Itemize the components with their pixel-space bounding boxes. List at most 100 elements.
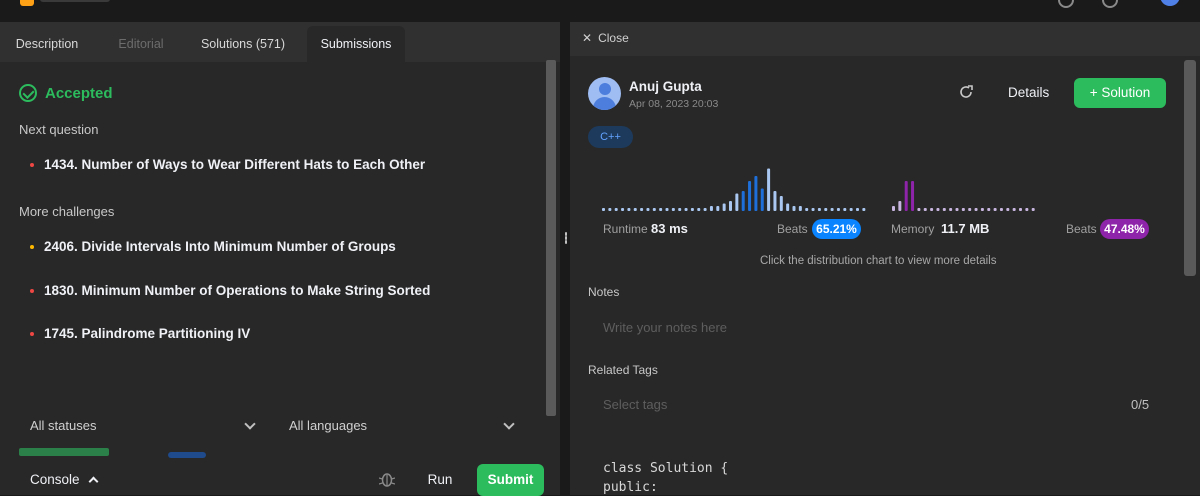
- memory-bar[interactable]: [1031, 208, 1035, 211]
- user-avatar[interactable]: [588, 77, 621, 110]
- chevron-down-icon[interactable]: [244, 418, 256, 430]
- memory-bar[interactable]: [923, 208, 927, 211]
- challenge-item[interactable]: 2406. Divide Intervals Into Minimum Numb…: [30, 239, 396, 254]
- runtime-bar[interactable]: [767, 168, 771, 212]
- runtime-bar[interactable]: [849, 208, 853, 211]
- runtime-bar[interactable]: [856, 208, 859, 211]
- runtime-bar[interactable]: [646, 208, 650, 211]
- runtime-bar[interactable]: [716, 206, 720, 211]
- chevron-down-icon[interactable]: [503, 418, 515, 430]
- runtime-bar[interactable]: [652, 208, 656, 211]
- logo-icon[interactable]: [20, 0, 34, 6]
- challenge-item[interactable]: 1830. Minimum Number of Operations to Ma…: [30, 283, 430, 298]
- memory-bar[interactable]: [1012, 208, 1016, 211]
- tags-select[interactable]: Select tags: [603, 397, 667, 412]
- distribution-chart[interactable]: [602, 166, 1162, 212]
- memory-bar[interactable]: [949, 208, 953, 211]
- console-toggle[interactable]: Console: [30, 472, 98, 487]
- scrollbar[interactable]: [1184, 60, 1196, 276]
- runtime-bar[interactable]: [836, 208, 840, 211]
- add-solution-button[interactable]: + Solution: [1074, 78, 1166, 108]
- memory-bar[interactable]: [1006, 208, 1010, 211]
- runtime-bar[interactable]: [748, 181, 752, 211]
- code-view[interactable]: class Solution {public:: [603, 459, 728, 495]
- runtime-bar[interactable]: [824, 208, 828, 211]
- runtime-bar[interactable]: [640, 208, 644, 211]
- runtime-bar[interactable]: [608, 208, 612, 211]
- runtime-bar[interactable]: [665, 208, 669, 211]
- share-icon[interactable]: [958, 84, 974, 100]
- runtime-bar[interactable]: [811, 208, 815, 211]
- runtime-bar[interactable]: [817, 208, 821, 211]
- details-button[interactable]: Details: [1008, 85, 1049, 100]
- submit-button[interactable]: Submit: [477, 464, 544, 496]
- runtime-bar[interactable]: [779, 196, 783, 211]
- runtime-bar[interactable]: [671, 208, 675, 211]
- runtime-bar[interactable]: [703, 208, 707, 211]
- memory-bar[interactable]: [898, 201, 902, 211]
- runtime-bar[interactable]: [843, 208, 847, 211]
- memory-bar[interactable]: [968, 208, 972, 211]
- next-question-item[interactable]: 1434. Number of Ways to Wear Different H…: [30, 157, 425, 172]
- memory-bar[interactable]: [904, 181, 908, 211]
- user-name[interactable]: Anuj Gupta: [629, 79, 702, 94]
- memory-bar[interactable]: [980, 208, 984, 211]
- memory-bar[interactable]: [974, 208, 978, 211]
- challenge-item[interactable]: 1745. Palindrome Partitioning IV: [30, 326, 250, 341]
- runtime-bar[interactable]: [633, 208, 637, 211]
- runtime-bar[interactable]: [862, 208, 866, 211]
- memory-bar[interactable]: [911, 181, 915, 211]
- runtime-bar[interactable]: [722, 203, 726, 212]
- memory-bar[interactable]: [942, 208, 946, 211]
- memory-bar[interactable]: [993, 208, 997, 211]
- status-filter[interactable]: All statuses: [30, 418, 96, 433]
- run-button[interactable]: Run: [414, 464, 466, 496]
- tab-description[interactable]: Description: [8, 26, 86, 62]
- memory-bar[interactable]: [917, 208, 921, 211]
- runtime-bar[interactable]: [798, 206, 802, 211]
- drag-handle-icon[interactable]: [565, 232, 567, 244]
- runtime-bar[interactable]: [678, 208, 682, 211]
- memory-bar[interactable]: [999, 208, 1003, 211]
- runtime-bar[interactable]: [697, 208, 701, 211]
- memory-bar[interactable]: [955, 208, 959, 211]
- runtime-bar[interactable]: [709, 206, 713, 211]
- memory-bar[interactable]: [892, 206, 895, 211]
- runtime-bar[interactable]: [792, 206, 796, 211]
- runtime-value: 83 ms: [651, 221, 688, 236]
- runtime-bar[interactable]: [754, 176, 758, 211]
- runtime-bar[interactable]: [773, 191, 777, 211]
- runtime-bar[interactable]: [735, 193, 739, 212]
- runtime-bar[interactable]: [760, 188, 764, 212]
- runtime-bar[interactable]: [602, 208, 605, 211]
- runtime-bar[interactable]: [614, 208, 618, 211]
- streak-icon[interactable]: [1058, 0, 1074, 8]
- memory-bar[interactable]: [936, 208, 940, 211]
- memory-bar[interactable]: [930, 208, 934, 211]
- tab-submissions[interactable]: Submissions: [307, 26, 405, 62]
- runtime-bar[interactable]: [830, 208, 834, 211]
- runtime-bar[interactable]: [690, 208, 694, 211]
- notes-input[interactable]: Write your notes here: [603, 320, 727, 335]
- runtime-bar[interactable]: [659, 208, 663, 211]
- runtime-bar[interactable]: [786, 203, 790, 212]
- panel-divider[interactable]: [560, 22, 570, 495]
- memory-bar[interactable]: [1025, 208, 1029, 211]
- runtime-bar[interactable]: [729, 201, 732, 211]
- scrollbar[interactable]: [546, 60, 556, 416]
- runtime-bar[interactable]: [627, 208, 631, 211]
- memory-bar[interactable]: [987, 208, 991, 211]
- close-button[interactable]: ✕ Close: [582, 31, 629, 45]
- language-filter[interactable]: All languages: [289, 418, 367, 433]
- notification-icon[interactable]: [1102, 0, 1118, 8]
- runtime-bar[interactable]: [741, 191, 745, 211]
- runtime-bar[interactable]: [805, 208, 809, 211]
- tab-editorial[interactable]: Editorial: [104, 26, 178, 62]
- memory-bar[interactable]: [961, 208, 965, 211]
- avatar[interactable]: [1160, 0, 1180, 6]
- runtime-bar[interactable]: [621, 208, 625, 211]
- tab-solutions[interactable]: Solutions (571): [194, 26, 292, 62]
- bug-icon[interactable]: [379, 470, 395, 488]
- runtime-bar[interactable]: [684, 208, 688, 211]
- memory-bar[interactable]: [1019, 208, 1022, 211]
